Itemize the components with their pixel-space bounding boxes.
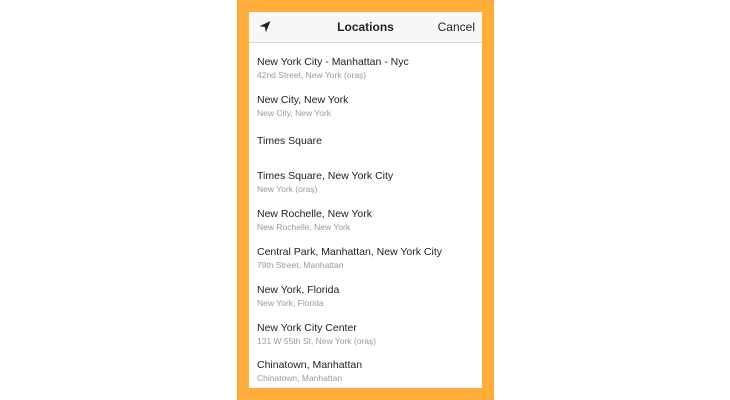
location-title: Central Park, Manhattan, New York City (257, 246, 443, 258)
list-item[interactable]: New York City Center 131 W 55th St, New … (257, 322, 474, 354)
location-subtitle: New City, New York (257, 108, 332, 118)
location-subtitle: 79th Street, Manhattan (257, 260, 344, 270)
list-item[interactable]: Central Park, Manhattan, New York City 7… (257, 246, 474, 278)
locations-screen: Locations Cancel New York City - Manhatt… (249, 12, 482, 388)
location-title: Times Square (257, 135, 322, 147)
location-title: Times Square, New York City (257, 170, 394, 182)
location-title: New York City - Manhattan - Nyc (257, 56, 409, 68)
list-item[interactable]: Times Square (257, 135, 474, 167)
location-subtitle: New Rochelle, New York (257, 222, 351, 232)
list-item[interactable]: New York City - Manhattan - Nyc 42nd Str… (257, 56, 474, 88)
location-title: New York City Center (257, 322, 357, 334)
navigation-bar: Locations Cancel (249, 12, 482, 43)
cancel-button[interactable]: Cancel (438, 20, 475, 34)
location-subtitle: New York (oraș) (257, 184, 318, 194)
list-item[interactable]: Chinatown, Manhattan Chinatown, Manhatta… (257, 359, 474, 388)
location-title: New Rochelle, New York (257, 208, 372, 220)
location-subtitle: 42nd Street, New York (oraș) (257, 70, 367, 80)
location-title: New York, Florida (257, 284, 340, 296)
location-title: New City, New York (257, 94, 349, 106)
list-item[interactable]: New Rochelle, New York New Rochelle, New… (257, 208, 474, 240)
list-item[interactable]: New York, Florida New York, Florida (257, 284, 474, 316)
location-subtitle: New York, Florida (257, 298, 324, 308)
location-subtitle: Chinatown, Manhattan (257, 373, 343, 383)
list-item[interactable]: New City, New York New City, New York (257, 94, 474, 126)
location-subtitle: 131 W 55th St, New York (oraș) (257, 336, 377, 346)
list-item[interactable]: Times Square, New York City New York (or… (257, 170, 474, 202)
location-title: Chinatown, Manhattan (257, 359, 363, 371)
